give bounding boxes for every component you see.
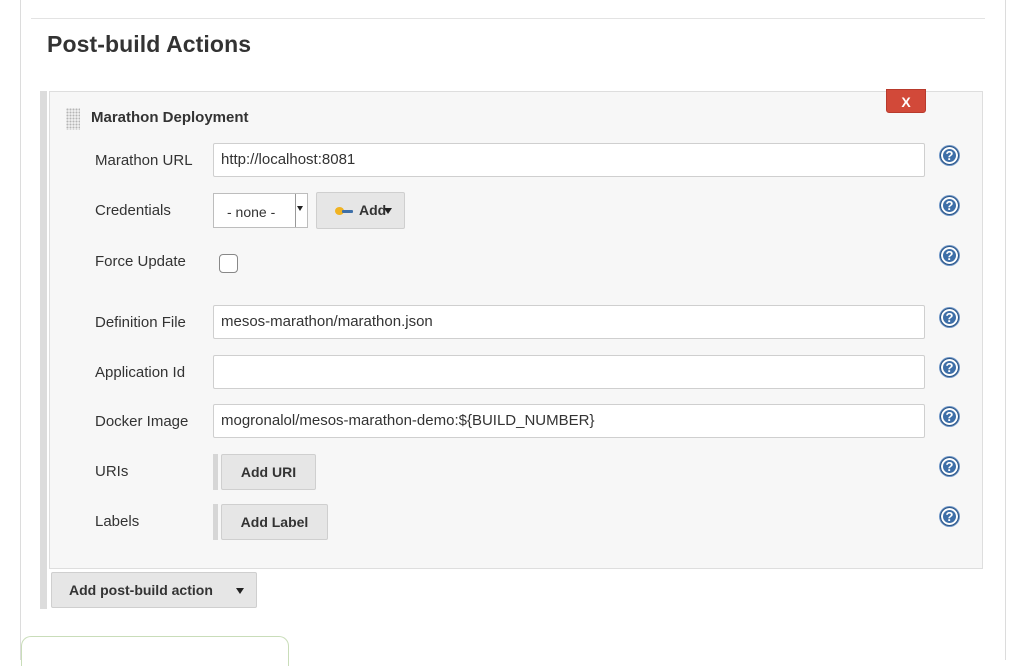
select-arrow-icon xyxy=(295,194,304,227)
marathon-url-help-icon[interactable]: ? xyxy=(940,146,959,165)
labels-help-icon[interactable]: ? xyxy=(940,507,959,526)
add-post-build-action-label: Add post-build action xyxy=(69,582,213,598)
force-update-label: Force Update xyxy=(95,253,186,270)
application-id-help-icon[interactable]: ? xyxy=(940,358,959,377)
section-indent-bar xyxy=(40,91,47,609)
key-icon xyxy=(335,207,353,215)
definition-file-label: Definition File xyxy=(95,314,186,331)
divider xyxy=(31,18,985,19)
panel-title: Marathon Deployment xyxy=(91,109,249,126)
labels-label: Labels xyxy=(95,513,140,530)
next-section-tab xyxy=(21,636,289,666)
section-title: Post-build Actions xyxy=(47,31,252,57)
docker-image-input[interactable]: mogronalol/mesos-marathon-demo:${BUILD_N… xyxy=(213,404,925,438)
docker-image-help-icon[interactable]: ? xyxy=(940,407,959,426)
chevron-down-icon xyxy=(236,588,244,594)
chevron-down-icon xyxy=(384,208,392,214)
drag-handle-icon[interactable] xyxy=(66,108,80,130)
marathon-url-label: Marathon URL xyxy=(95,152,193,169)
definition-file-input[interactable]: mesos-marathon/marathon.json xyxy=(213,305,925,339)
credentials-select[interactable]: - none - xyxy=(213,193,308,228)
add-label-button[interactable]: Add Label xyxy=(221,504,328,540)
definition-file-help-icon[interactable]: ? xyxy=(940,308,959,327)
force-update-checkbox[interactable] xyxy=(219,254,238,273)
uris-help-icon[interactable]: ? xyxy=(940,457,959,476)
application-id-label: Application Id xyxy=(95,364,186,381)
add-uri-button[interactable]: Add URI xyxy=(221,454,316,490)
labels-list-bar xyxy=(213,504,218,540)
marathon-url-input[interactable]: http://localhost:8081 xyxy=(213,143,925,177)
delete-step-button[interactable]: X xyxy=(886,89,926,113)
credentials-label: Credentials xyxy=(95,202,171,219)
application-id-input[interactable] xyxy=(213,355,925,389)
add-post-build-action-button[interactable]: Add post-build action xyxy=(51,572,257,608)
credentials-selected-value: - none - xyxy=(227,204,276,220)
add-credentials-label: Add xyxy=(359,202,387,218)
uris-label: URIs xyxy=(95,463,129,480)
force-update-help-icon[interactable]: ? xyxy=(940,246,959,265)
add-credentials-button[interactable]: Add xyxy=(316,192,405,229)
credentials-help-icon[interactable]: ? xyxy=(940,196,959,215)
uris-list-bar xyxy=(213,454,218,490)
docker-image-label: Docker Image xyxy=(95,413,189,430)
